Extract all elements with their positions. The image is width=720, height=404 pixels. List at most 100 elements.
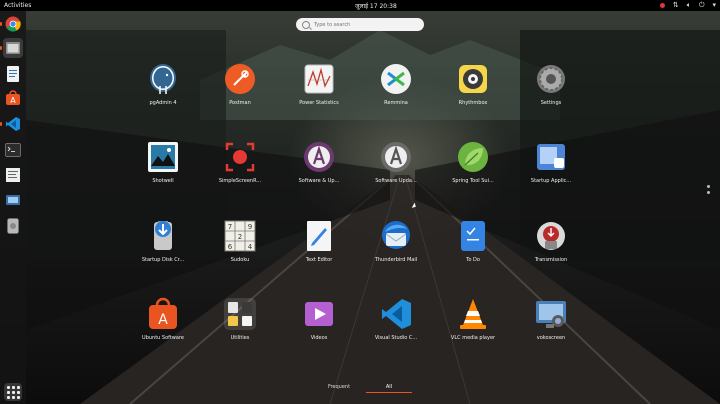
dock-ubuntu-software[interactable]: A	[3, 88, 23, 108]
text-editor-icon	[302, 219, 336, 253]
files-icon	[6, 42, 20, 54]
vscode-icon	[6, 117, 20, 131]
dock-terminal[interactable]	[3, 140, 23, 160]
svg-text:A: A	[158, 312, 168, 328]
search-icon	[302, 20, 310, 29]
app-tile[interactable]: Thunderbird Mail	[361, 219, 431, 263]
shotwell-icon	[146, 140, 180, 174]
page-dot[interactable]	[707, 185, 710, 188]
app-label: To Do	[466, 257, 480, 263]
power-icon: ⏻	[698, 1, 705, 9]
app-label: pgAdmin 4	[149, 100, 177, 106]
app-tile[interactable]: Videos	[284, 297, 354, 341]
app-label: Utilities	[230, 335, 250, 341]
system-tray[interactable]: ⇅ 🔈︎ ⏻ ▾	[659, 1, 716, 10]
dock-text-editor[interactable]	[3, 165, 23, 185]
view-switcher: Frequent All	[314, 382, 414, 394]
app-grid: pgAdmin 4 Postman Power Statistics Remmina R…	[0, 0, 720, 404]
app-tile[interactable]: Rhythmbox	[438, 62, 508, 106]
activities-button[interactable]: Activities	[4, 2, 31, 9]
disk-icon	[7, 218, 19, 234]
shopping-bag-icon: A	[6, 90, 20, 105]
app-label: Startup Disk Cr...	[141, 257, 185, 263]
top-bar: Activities जुलाई 17 20:38 ⇅ 🔈︎ ⏻ ▾	[0, 0, 720, 11]
app-tile[interactable]: Power Statistics	[284, 62, 354, 106]
utilities-folder-icon	[223, 297, 257, 331]
screen-recorder-icon	[223, 140, 257, 174]
page-dot[interactable]	[707, 191, 710, 194]
elephant-icon	[146, 62, 180, 96]
chrome-icon	[5, 16, 21, 32]
app-tile[interactable]: vokoscreen	[516, 297, 586, 341]
svg-text:4: 4	[248, 243, 253, 251]
search-bar[interactable]	[296, 18, 424, 31]
app-tile[interactable]: Software & Up...	[284, 140, 354, 184]
tab-all[interactable]: All	[364, 382, 414, 394]
app-tile[interactable]: Text Editor	[284, 219, 354, 263]
app-tile[interactable]: 7 2 4 9 6 Sudoku	[205, 219, 275, 263]
app-tile[interactable]: VLC media player	[438, 297, 508, 341]
app-tile[interactable]: Postman	[205, 62, 275, 106]
rhythmbox-icon	[456, 62, 490, 96]
sudoku-icon: 724 9 6	[223, 219, 257, 253]
dock-libreoffice[interactable]	[3, 64, 23, 84]
app-label: vokoscreen	[536, 335, 566, 341]
dock-screenshot[interactable]	[3, 190, 23, 210]
app-tile[interactable]: Shotwell	[128, 140, 198, 184]
app-label: Software & Up...	[298, 178, 340, 184]
search-input[interactable]	[314, 19, 414, 30]
app-label: Ubuntu Software	[142, 335, 184, 341]
vscode-icon	[379, 297, 413, 331]
dock-chrome[interactable]	[0, 14, 23, 34]
remmina-icon	[379, 62, 413, 96]
svg-text:7: 7	[228, 223, 232, 231]
vokoscreen-icon	[534, 297, 568, 331]
app-tile[interactable]: To Do	[438, 219, 508, 263]
app-tile[interactable]: Settings	[516, 62, 586, 106]
power-stats-icon	[302, 62, 336, 96]
app-tile[interactable]: Startup Applic...	[516, 140, 586, 184]
app-label: Shotwell	[152, 178, 174, 184]
dock: A	[0, 11, 26, 404]
app-tile[interactable]: Spring Tool Sui...	[438, 140, 508, 184]
screenshot-icon	[6, 195, 20, 205]
app-tile[interactable]: Software Upda...	[361, 140, 431, 184]
software-updates-icon	[302, 140, 336, 174]
dock-vscode[interactable]	[0, 114, 23, 134]
terminal-icon	[5, 143, 21, 157]
app-tile[interactable]: Remmina	[361, 62, 431, 106]
tab-all-label: All	[385, 384, 393, 390]
clock[interactable]: जुलाई 17 20:38	[355, 2, 397, 10]
transmission-icon	[534, 219, 568, 253]
app-label: Remmina	[384, 100, 408, 106]
vlc-icon	[456, 297, 490, 331]
document-icon	[7, 66, 19, 82]
tab-frequent-label: Frequent	[327, 384, 351, 390]
app-tile[interactable]: Transmission	[516, 219, 586, 263]
svg-text:9: 9	[248, 223, 252, 231]
app-label: Transmission	[534, 257, 568, 263]
app-tile[interactable]: SimpleScreenR...	[205, 140, 275, 184]
app-tile[interactable]: Startup Disk Cr...	[128, 219, 198, 263]
app-tile[interactable]: A Ubuntu Software	[128, 297, 198, 341]
svg-text:6: 6	[228, 243, 233, 251]
dock-drive[interactable]	[3, 216, 23, 236]
app-label: SimpleScreenR...	[218, 178, 262, 184]
app-label: Sudoku	[230, 257, 250, 263]
tab-frequent[interactable]: Frequent	[314, 382, 364, 394]
app-tile[interactable]: pgAdmin 4	[128, 62, 198, 106]
dock-files[interactable]	[0, 38, 23, 58]
app-tile[interactable]: Utilities	[205, 297, 275, 341]
app-tile[interactable]: Visual Studio C...	[361, 297, 431, 341]
page-indicator[interactable]	[707, 185, 711, 197]
app-label: Startup Applic...	[530, 178, 572, 184]
record-indicator-icon[interactable]	[659, 3, 665, 8]
svg-text:2: 2	[238, 233, 242, 241]
app-label: VLC media player	[450, 335, 496, 341]
app-label: Postman	[229, 100, 251, 106]
startup-disk-icon	[146, 219, 180, 253]
postman-icon	[223, 62, 257, 96]
show-applications-button[interactable]	[4, 383, 22, 401]
gear-icon	[534, 62, 568, 96]
thunderbird-icon	[379, 219, 413, 253]
